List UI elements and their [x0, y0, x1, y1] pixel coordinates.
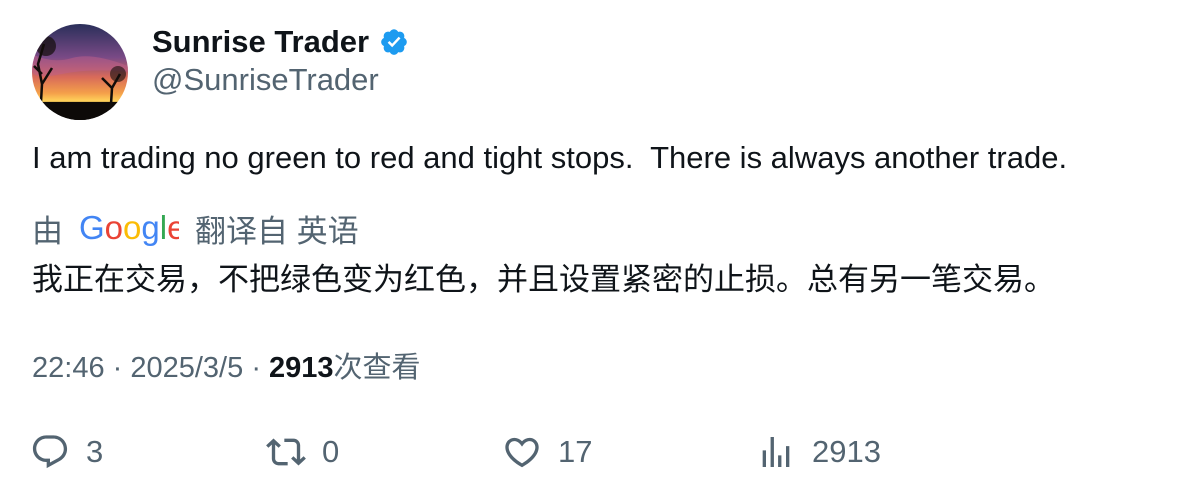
- translation-source-label[interactable]: 翻译自 英语: [195, 206, 359, 251]
- google-wordmark: Google: [79, 209, 179, 246]
- avatar[interactable]: [32, 24, 128, 120]
- meta-separator: ·: [251, 352, 270, 384]
- meta-separator: ·: [112, 352, 131, 384]
- views-label: 次查看: [333, 352, 421, 384]
- reply-icon: [30, 432, 70, 472]
- translation-attribution: 由 Google 翻译自 英语: [32, 206, 359, 250]
- display-name[interactable]: Sunrise Trader: [152, 24, 369, 60]
- verified-badge-icon: [379, 27, 409, 57]
- retweet-icon: [266, 432, 306, 472]
- sunset-avatar-image: [32, 24, 128, 120]
- analytics-icon: [756, 432, 796, 472]
- tweet-time[interactable]: 22:46: [32, 352, 105, 384]
- reply-count: 3: [86, 434, 104, 469]
- tweet-text: I am trading no green to red and tight s…: [32, 140, 1068, 175]
- google-logo[interactable]: Google: [79, 208, 185, 248]
- like-button[interactable]: 17: [502, 430, 592, 474]
- reply-button[interactable]: 3: [30, 430, 103, 474]
- heart-icon: [502, 432, 542, 472]
- retweet-count: 0: [322, 434, 340, 469]
- translation-prefix: 由: [32, 213, 63, 249]
- retweet-button[interactable]: 0: [266, 430, 339, 474]
- views-count: 2913: [269, 352, 334, 384]
- author-handle[interactable]: @SunriseTrader: [152, 62, 379, 98]
- translated-text: 我正在交易，不把绿色变为红色，并且设置紧密的止损。总有另一笔交易。: [32, 262, 1055, 297]
- tweet-date[interactable]: 2025/3/5: [130, 352, 243, 384]
- tweet-meta: 22:46 · 2025/3/5 · 2913次查看: [32, 344, 421, 386]
- author-name-row[interactable]: Sunrise Trader: [152, 22, 409, 62]
- views-action-count: 2913: [812, 434, 881, 469]
- views-button[interactable]: 2913: [756, 430, 881, 474]
- like-count: 17: [558, 434, 593, 469]
